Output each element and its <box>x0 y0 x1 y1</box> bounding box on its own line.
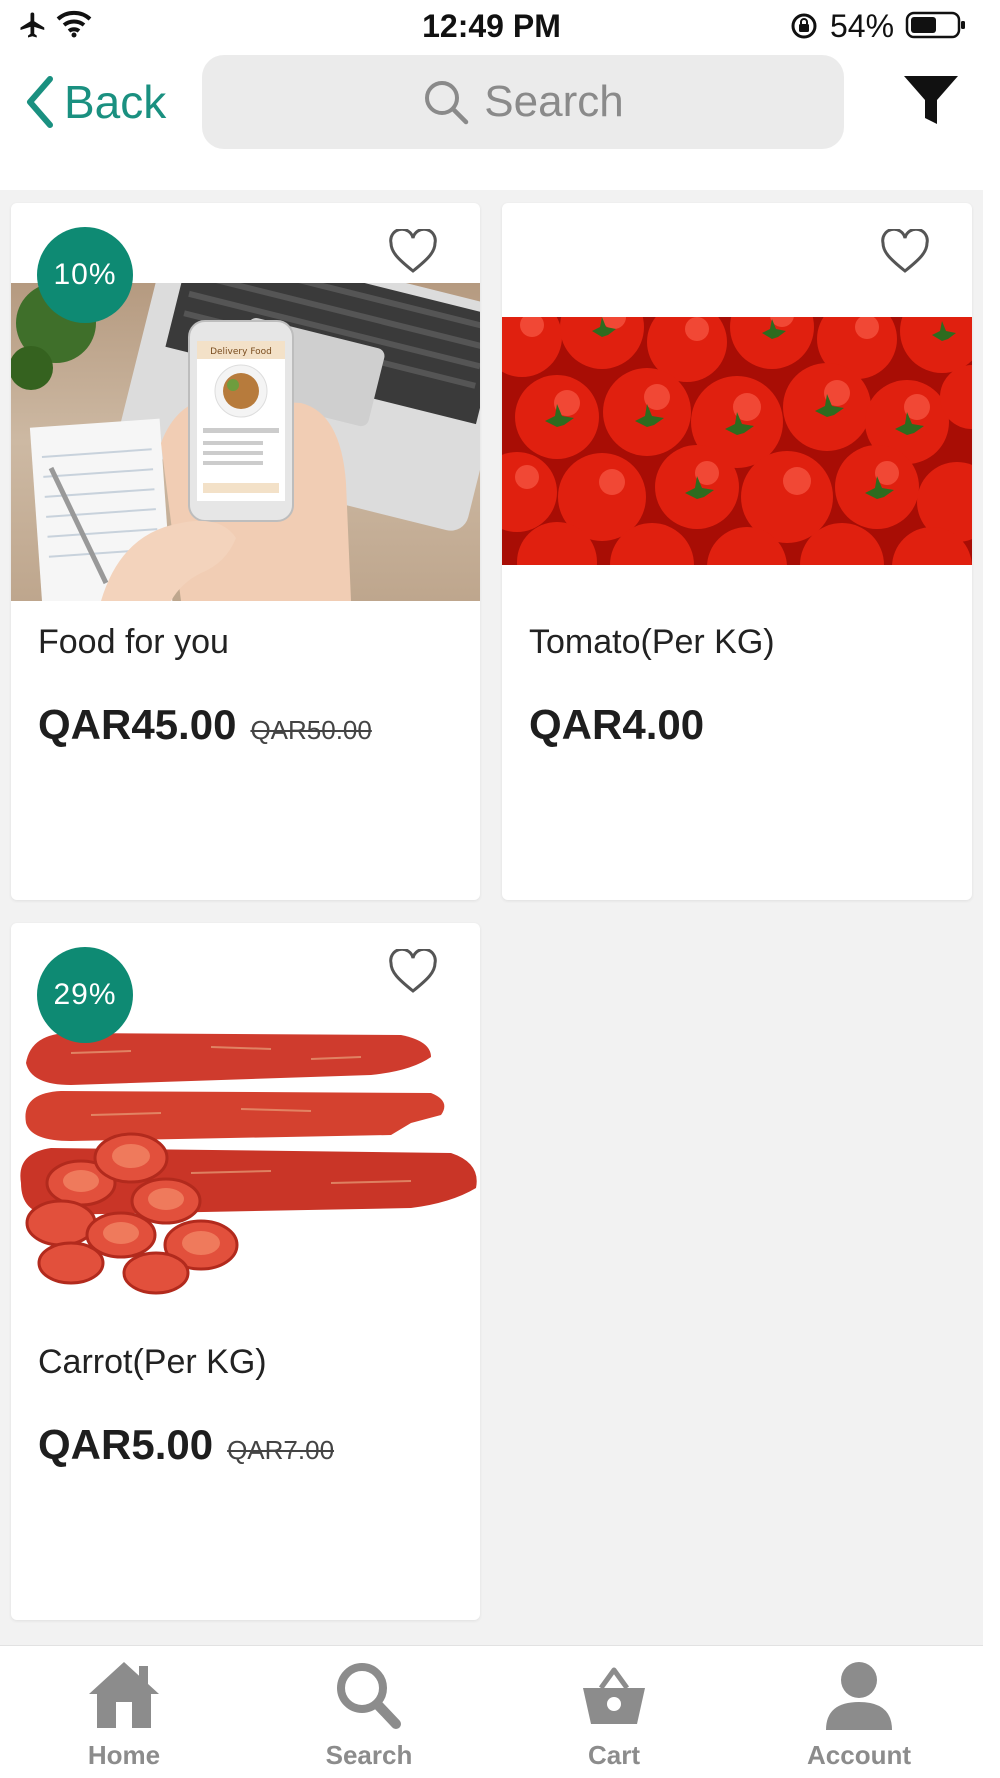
tab-label: Cart <box>587 1740 640 1770</box>
battery-percent: 54% <box>830 8 895 44</box>
app-screen: 12:49 PM 54% Back Search 10% Delivery Fo… <box>0 0 983 1778</box>
screen-edge <box>983 0 1000 1778</box>
product-old-price: QAR7.00 <box>227 1435 335 1465</box>
home-icon <box>89 1662 159 1728</box>
person-icon <box>826 1662 892 1730</box>
filter-icon[interactable] <box>902 74 960 128</box>
status-bar: 12:49 PM 54% <box>0 0 983 50</box>
search-input[interactable]: Search <box>202 55 844 149</box>
search-icon <box>337 1663 401 1729</box>
tab-bar: Home Search Cart Account <box>0 1645 983 1778</box>
tab-account[interactable]: Account <box>759 1646 959 1778</box>
heart-icon[interactable] <box>880 229 930 275</box>
heart-icon[interactable] <box>388 229 438 275</box>
price-row: QAR4.00 <box>529 701 704 749</box>
product-name: Tomato(Per KG) <box>529 623 775 661</box>
product-name: Carrot(Per KG) <box>38 1343 267 1381</box>
product-image-carrots <box>11 1023 480 1323</box>
tab-home[interactable]: Home <box>24 1646 224 1778</box>
price-row: QAR5.00 QAR7.00 <box>38 1421 334 1469</box>
basket-icon <box>583 1667 645 1724</box>
product-card[interactable]: Tomato(Per KG) QAR4.00 <box>502 203 972 900</box>
battery-icon <box>905 11 965 39</box>
discount-badge: 10% <box>37 227 133 323</box>
product-price: QAR45.00 <box>38 701 237 748</box>
discount-badge: 29% <box>37 947 133 1043</box>
tab-search[interactable]: Search <box>269 1646 469 1778</box>
product-price: QAR4.00 <box>529 701 705 748</box>
product-image-food-app: Delivery Food <box>11 283 480 601</box>
product-old-price: QAR50.00 <box>250 715 372 745</box>
search-icon <box>425 81 469 125</box>
product-card[interactable]: 29% Carrot(Per KG) QAR5.00 QAR7.00 <box>11 923 480 1620</box>
product-price: QAR5.00 <box>38 1421 214 1468</box>
chevron-left-icon <box>27 76 53 128</box>
product-name: Food for you <box>38 623 229 661</box>
nav-bar: Back Search <box>0 50 983 190</box>
heart-icon[interactable] <box>388 949 438 995</box>
back-button[interactable]: Back <box>24 72 166 132</box>
tab-label: Home <box>87 1740 161 1770</box>
search-placeholder: Search <box>484 77 624 126</box>
tab-cart[interactable]: Cart <box>514 1646 714 1778</box>
rotation-lock-icon <box>791 13 817 39</box>
back-label: Back <box>64 76 167 128</box>
tab-label: Account <box>807 1740 911 1770</box>
product-image-tomatoes <box>502 317 972 565</box>
product-card[interactable]: 10% Delivery Food Food for you QAR45.00 … <box>11 203 480 900</box>
svg-text:Delivery Food: Delivery Food <box>210 347 272 357</box>
price-row: QAR45.00 QAR50.00 <box>38 701 372 749</box>
tab-label: Search <box>325 1740 413 1770</box>
